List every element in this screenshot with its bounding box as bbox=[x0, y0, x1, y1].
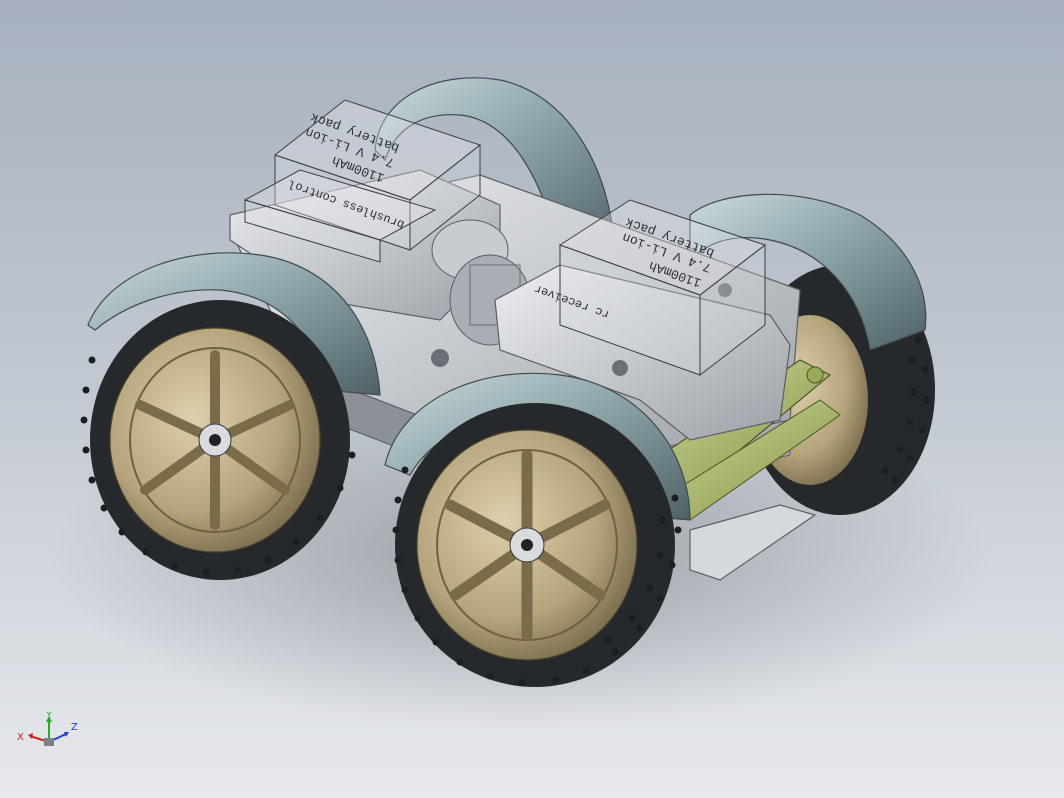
rc-car-3d-model[interactable]: battery pack 7.4 V Li-ion 1100mAh brushl… bbox=[0, 0, 1064, 798]
coordinate-triad: X Y Z bbox=[17, 712, 78, 746]
y-axis-label: Y bbox=[45, 712, 53, 721]
x-axis-label: X bbox=[17, 732, 24, 743]
graphics-viewport[interactable]: battery pack 7.4 V Li-ion 1100mAh brushl… bbox=[0, 0, 1064, 798]
z-axis-label: Z bbox=[71, 722, 78, 733]
